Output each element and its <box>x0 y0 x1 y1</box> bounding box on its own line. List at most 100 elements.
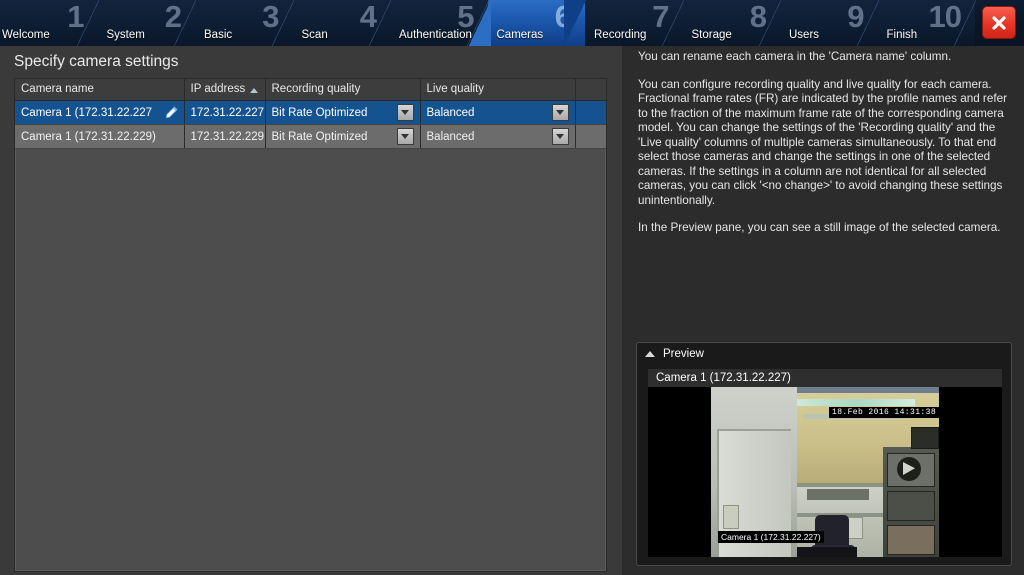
wizard-step-label: Users <box>789 29 820 41</box>
wizard-step-label: Basic <box>204 29 233 41</box>
wizard-step-storage[interactable]: 8 Storage <box>682 0 781 46</box>
wizard-step-label: Finish <box>886 29 918 41</box>
preview-panel-title: Preview <box>663 347 704 360</box>
help-text: You can rename each camera in the 'Camer… <box>638 50 1010 236</box>
wizard-step-welcome[interactable]: 1 Welcome <box>0 0 98 46</box>
dropdown-arrow-button[interactable] <box>396 128 414 145</box>
camera-table-container: Camera name IP address Recording quality Li… <box>14 78 607 572</box>
help-paragraph-3: In the Preview pane, you can see a still… <box>638 221 1001 234</box>
help-paragraph-2: You can configure recording quality and … <box>638 78 1010 209</box>
column-header-live-quality[interactable]: Live quality <box>420 79 576 101</box>
table-row[interactable]: Camera 1 (172.31.22.229) 172.31.22.229 Bit… <box>15 124 606 149</box>
scene-desk-item <box>807 489 869 500</box>
ip-address-value: 172.31.22.227 <box>190 106 265 119</box>
wizard-step-label: Scan <box>301 29 328 41</box>
preview-camera-label: Camera 1 (172.31.22.227) <box>648 369 1002 387</box>
edit-pencil-icon[interactable] <box>165 106 178 119</box>
wizard-steps: 1 Welcome 2 System 3 Basic 4 Scan 5 Authenticatio… <box>0 0 976 46</box>
cell-camera-name[interactable]: Camera 1 (172.31.22.229) <box>15 124 185 149</box>
wizard-step-number: 6 <box>554 0 572 34</box>
wizard-step-number: 3 <box>262 0 279 34</box>
settings-pane: Specify camera settings Camera name IP ad… <box>0 46 622 575</box>
cell-live-quality[interactable]: Balanced <box>420 100 576 125</box>
video-timestamp-overlay: 18.Feb 2016 14:31:38 <box>829 407 939 418</box>
wizard-step-cameras[interactable]: 6 Cameras <box>468 0 586 46</box>
column-header-label: Live quality <box>426 83 485 95</box>
page-title: Specify camera settings <box>14 53 179 70</box>
wizard-window: 1 Welcome 2 System 3 Basic 4 Scan 5 Authenticatio… <box>0 0 1024 575</box>
wizard-step-finish[interactable]: 10 Finish <box>877 0 976 46</box>
wizard-step-number: 8 <box>749 0 767 34</box>
live-quality-value: Balanced <box>426 130 475 143</box>
dropdown-arrow-button[interactable] <box>551 104 569 121</box>
camera-name-value: Camera 1 (172.31.22.227 <box>21 106 153 119</box>
chevron-down-icon <box>401 110 409 115</box>
cell-camera-name[interactable]: Camera 1 (172.31.22.227 <box>15 100 185 125</box>
help-paragraph-2b: You can change the settings of the 'Reco… <box>638 121 1003 207</box>
column-header-ip-address[interactable]: IP address <box>184 79 266 101</box>
scene-ceiling-lamp <box>797 399 915 406</box>
wizard-step-basic[interactable]: 3 Basic <box>195 0 293 46</box>
wizard-step-label: Cameras <box>496 29 544 41</box>
live-quality-value: Balanced <box>426 106 475 119</box>
wizard-step-header: 1 Welcome 2 System 3 Basic 4 Scan 5 Authenticatio… <box>0 0 1024 46</box>
wizard-step-label: Recording <box>594 29 647 41</box>
scene-rack-item-3 <box>887 525 935 555</box>
wizard-step-system[interactable]: 2 System <box>97 0 196 46</box>
column-header-spacer[interactable] <box>575 79 606 101</box>
close-button[interactable] <box>982 6 1016 39</box>
wizard-body: Specify camera settings Camera name IP ad… <box>0 46 1024 575</box>
preview-panel-header[interactable]: Preview <box>637 343 1011 364</box>
cell-live-quality[interactable]: Balanced <box>420 124 576 149</box>
scene-rack-item-2 <box>887 491 935 521</box>
wizard-step-scan[interactable]: 4 Scan <box>292 0 391 46</box>
dropdown-arrow-button[interactable] <box>396 104 414 121</box>
table-row[interactable]: Camera 1 (172.31.22.227 172.31.22.227 Bit … <box>15 100 606 125</box>
camera-name-value: Camera 1 (172.31.22.229) <box>21 130 156 143</box>
table-header-row: Camera name IP address Recording quality Li… <box>15 79 606 101</box>
video-frame: 18.Feb 2016 14:31:38 Camera 1 (172.31.22… <box>711 387 939 557</box>
video-camera-overlay: Camera 1 (172.31.22.227) <box>718 531 824 543</box>
help-pane: You can rename each camera in the 'Camer… <box>622 46 1024 575</box>
preview-panel: Preview Camera 1 (172.31.22.227) 18.Feb … <box>636 342 1012 566</box>
chevron-down-icon <box>556 110 564 115</box>
cell-recording-quality[interactable]: Bit Rate Optimized <box>265 100 421 125</box>
scene-floor-shadow <box>797 547 857 557</box>
wizard-step-recording[interactable]: 7 Recording <box>585 0 683 46</box>
cell-ip-address: 172.31.22.229 <box>184 124 266 149</box>
wizard-step-label: Authentication <box>399 29 472 41</box>
video-preview[interactable]: 18.Feb 2016 14:31:38 Camera 1 (172.31.22… <box>648 387 1002 557</box>
cell-recording-quality[interactable]: Bit Rate Optimized <box>265 124 421 149</box>
column-header-recording-quality[interactable]: Recording quality <box>265 79 421 101</box>
column-header-camera-name[interactable]: Camera name <box>15 79 185 101</box>
chevron-down-icon <box>556 134 564 139</box>
wizard-step-number: 4 <box>359 0 377 34</box>
dropdown-arrow-button[interactable] <box>551 128 569 145</box>
cell-ip-address: 172.31.22.227 <box>184 100 266 125</box>
ip-address-value: 172.31.22.229 <box>190 130 265 143</box>
scene-ceiling-strip <box>797 387 939 393</box>
scene-shelf-1 <box>797 483 883 487</box>
chevron-down-icon <box>401 134 409 139</box>
column-header-label: Camera name <box>21 83 94 95</box>
wizard-step-label: Welcome <box>2 29 50 41</box>
cell-spacer <box>575 124 606 149</box>
wizard-step-number: 10 <box>928 0 962 34</box>
sort-ascending-icon <box>249 88 258 93</box>
cell-spacer <box>575 100 606 125</box>
wizard-step-number: 9 <box>847 0 864 34</box>
help-paragraph-1: You can rename each camera in the 'Camer… <box>638 50 952 63</box>
wizard-step-number: 7 <box>652 0 669 34</box>
wizard-step-number: 2 <box>164 0 182 34</box>
wizard-step-users[interactable]: 9 Users <box>780 0 878 46</box>
scene-door-panel <box>723 505 739 529</box>
recording-quality-value: Bit Rate Optimized <box>271 106 368 119</box>
scene-monitor-top <box>911 427 939 449</box>
wizard-step-label: System <box>106 29 145 41</box>
column-header-label: Recording quality <box>271 83 361 95</box>
close-icon <box>992 15 1006 30</box>
table-body: Camera 1 (172.31.22.227 172.31.22.227 Bit … <box>15 100 606 149</box>
column-header-label: IP address <box>190 83 246 95</box>
wizard-step-number: 1 <box>67 0 84 34</box>
chevron-up-icon <box>645 350 655 357</box>
